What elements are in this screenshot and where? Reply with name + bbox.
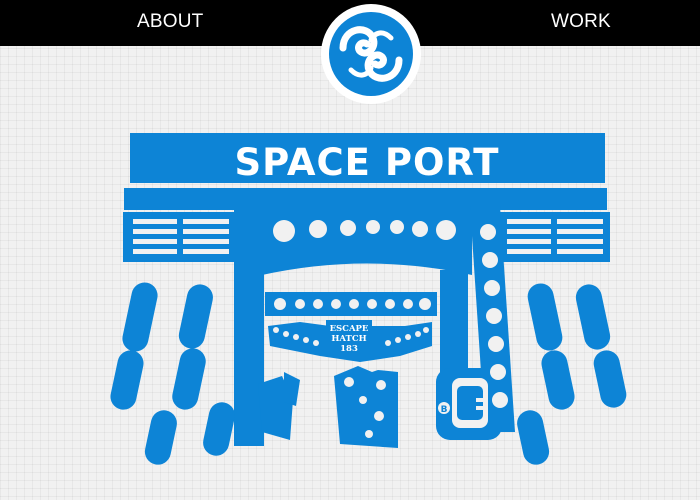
sign-text: SPACE PORT [235, 141, 500, 184]
right-rain-streaks [517, 283, 627, 465]
console-inner-panel [457, 386, 483, 420]
roof-beam [124, 188, 607, 210]
hatch-line-1: ESCAPE [330, 324, 369, 334]
hatch-line-2: HATCH [331, 334, 366, 344]
hatch-line-3: 183 [340, 344, 358, 354]
left-pillar [234, 196, 264, 446]
space-port-artwork: SPACE PORT ESCAPE HATCH 183 B [110, 133, 627, 465]
left-debris-small [284, 372, 300, 406]
console-button-label: B [441, 405, 448, 415]
left-rain-streaks [110, 282, 235, 465]
